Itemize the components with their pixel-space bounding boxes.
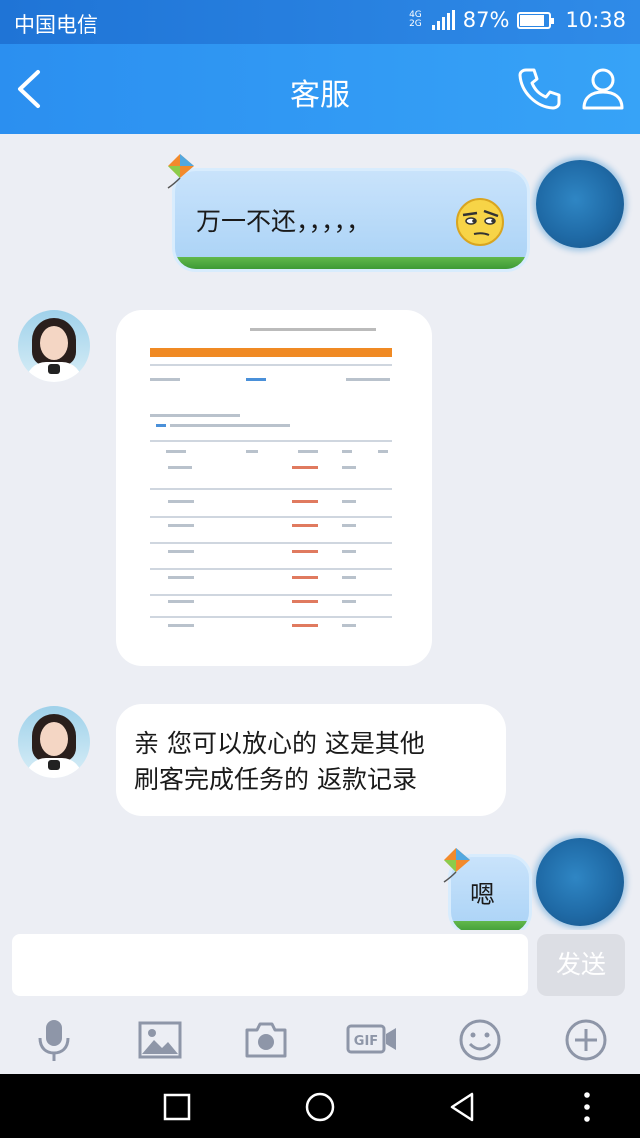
plus-icon[interactable]: [562, 1016, 610, 1064]
smirk-emoji-icon: [456, 198, 504, 246]
status-right: 4G 2G 87% 10:38: [409, 8, 626, 32]
system-nav-bar: [0, 1074, 640, 1138]
title-bar: 客服: [0, 44, 640, 134]
send-button[interactable]: 发送: [537, 934, 625, 996]
recent-apps-icon[interactable]: [160, 1090, 194, 1124]
kite-icon: [167, 154, 194, 189]
more-vertical-icon[interactable]: [570, 1090, 604, 1124]
message-input[interactable]: [12, 934, 528, 996]
signal-icon: [431, 10, 455, 30]
status-bar: 中国电信 4G 2G 87% 10:38: [0, 0, 640, 44]
gif-icon[interactable]: GIF: [346, 1016, 398, 1064]
message-text: 嗯: [470, 880, 496, 909]
microphone-icon[interactable]: [30, 1016, 78, 1064]
my-avatar[interactable]: [536, 838, 624, 926]
emoji-icon[interactable]: [456, 1016, 504, 1064]
battery-icon: [517, 11, 555, 29]
person-icon[interactable]: [578, 64, 628, 114]
phone-icon[interactable]: [514, 64, 564, 114]
svg-text:GIF: GIF: [354, 1034, 378, 1049]
back-triangle-icon[interactable]: [446, 1090, 480, 1124]
toolbar: GIF: [0, 1002, 640, 1074]
camera-icon[interactable]: [242, 1016, 290, 1064]
image-icon[interactable]: [136, 1016, 184, 1064]
carrier-name: 中国电信: [14, 13, 98, 37]
message-text-line-2: 刷客完成任务的 返款记录: [134, 765, 417, 794]
clock: 10:38: [565, 8, 626, 32]
screenshot-image[interactable]: [146, 320, 396, 638]
input-row: 发送: [0, 930, 640, 1002]
network-type: 4G 2G: [409, 10, 422, 29]
service-avatar[interactable]: [18, 706, 90, 778]
message-text: 万一不还，，，，，: [196, 207, 372, 236]
home-icon[interactable]: [303, 1090, 337, 1124]
message-text-line-1: 亲 您可以放心的 这是其他: [134, 729, 425, 758]
service-avatar[interactable]: [18, 310, 90, 382]
my-avatar[interactable]: [536, 160, 624, 248]
grass-decoration: [175, 257, 527, 269]
battery-percent: 87%: [462, 8, 510, 32]
